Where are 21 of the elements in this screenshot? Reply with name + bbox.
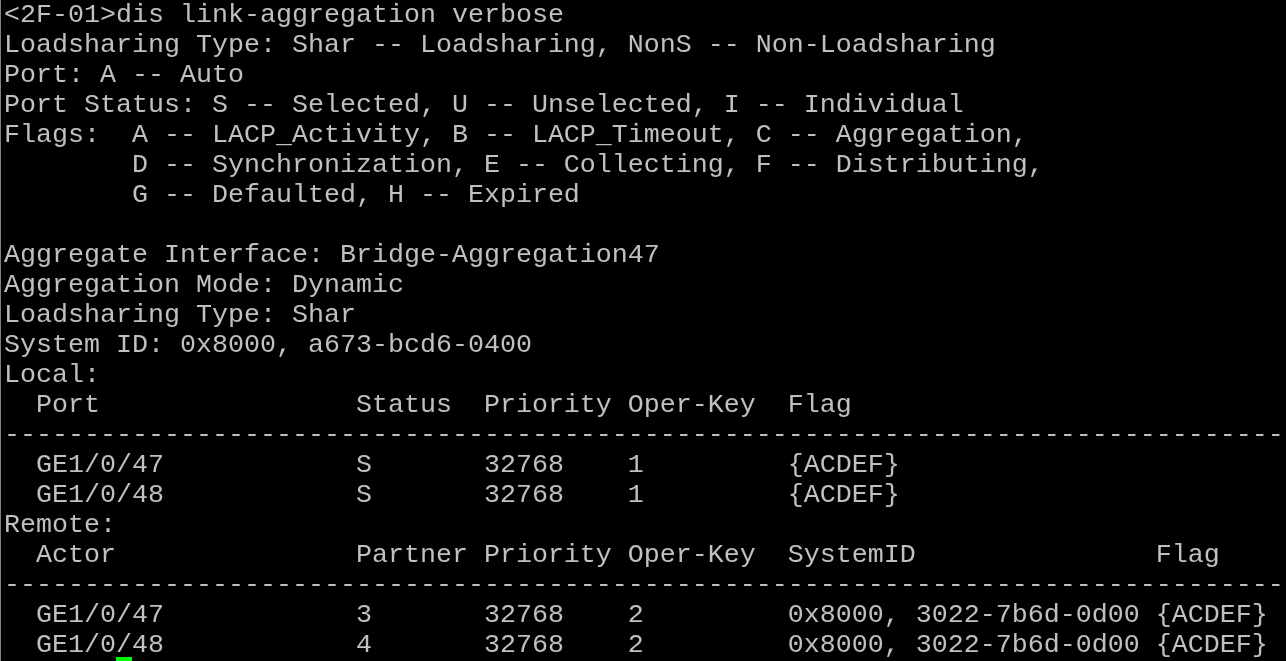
terminal-line: Flags: A -- LACP_Activity, B -- LACP_Timeout, C -- Aggregation, <box>4 120 1028 150</box>
terminal-line: GE1/0/48 S 32768 1 {ACDEF} <box>35 480 900 510</box>
terminal-line: Loadsharing Type: Shar <box>4 300 356 330</box>
terminal-line: Aggregate Interface: Bridge-Aggregation47 <box>4 240 660 270</box>
terminal-line: Actor Partner Priority Oper-Key SystemID Flag <box>35 540 1220 570</box>
terminal-line: Port Status: S -- Selected, U -- Unselected, I -- Individual <box>4 90 964 120</box>
terminal-line: -------------------------------------------------------------------------------- <box>4 420 1284 450</box>
terminal-line: G -- Defaulted, H -- Expired <box>130 180 580 210</box>
terminal-line: -------------------------------------------------------------------------------- <box>4 570 1284 600</box>
terminal-line: Port: A -- Auto <box>4 60 244 90</box>
terminal-line: Loadsharing Type: Shar -- Loadsharing, NonS -- Non-Loadsharing <box>4 30 996 60</box>
terminal-line: Port Status Priority Oper-Key Flag <box>35 390 852 420</box>
terminal-line: GE1/0/48 4 32768 2 0x8000, 3022-7b6d-0d00 {ACDEF} <box>35 630 1268 660</box>
terminal-line: GE1/0/47 3 32768 2 0x8000, 3022-7b6d-0d00 {ACDEF} <box>35 600 1268 630</box>
terminal-line: <2F-01>dis link-aggregation verbose <box>4 0 564 30</box>
terminal-line: Aggregation Mode: Dynamic <box>4 270 404 300</box>
terminal-line: GE1/0/47 S 32768 1 {ACDEF} <box>35 450 900 480</box>
terminal-line: Local: <box>4 360 100 390</box>
terminal-line: System ID: 0x8000, a673-bcd6-0400 <box>4 330 532 360</box>
terminal-line: D -- Synchronization, E -- Collecting, F -- Distributing, <box>130 150 1044 180</box>
terminal-line: Remote: <box>4 510 116 540</box>
